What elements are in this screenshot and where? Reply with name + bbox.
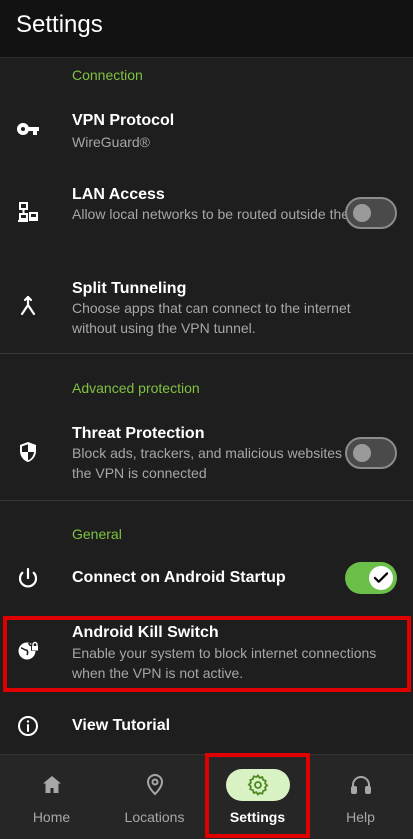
shield-icon [14, 438, 42, 466]
toggle-knob [353, 444, 371, 462]
settings-tab-highlight-box [205, 753, 310, 838]
app-bar: Settings [0, 0, 413, 58]
threat-protection-toggle[interactable] [345, 437, 397, 469]
kill-switch-highlight-box [3, 616, 411, 692]
connect-on-startup-label: Connect on Android Startup [72, 569, 286, 586]
key-icon [14, 115, 42, 143]
nav-locations[interactable]: Locations [103, 755, 206, 839]
section-header-advanced-protection: Advanced protection [72, 380, 200, 396]
view-tutorial-row[interactable]: View Tutorial [0, 708, 413, 744]
toggle-knob [369, 566, 393, 590]
home-icon [20, 769, 84, 801]
nav-help[interactable]: Help [309, 755, 412, 839]
split-tunneling-row[interactable]: Split Tunneling Choose apps that can con… [0, 270, 413, 346]
location-pin-icon [123, 769, 187, 801]
connect-on-startup-toggle[interactable] [345, 562, 397, 594]
section-divider [0, 353, 413, 354]
info-icon [14, 712, 42, 740]
connect-on-startup-row[interactable]: Connect on Android Startup [0, 555, 413, 601]
split-tunneling-label: Split Tunneling [72, 280, 187, 297]
section-header-general: General [72, 526, 122, 542]
page-title: Settings [16, 11, 103, 38]
check-icon [373, 572, 389, 583]
threat-protection-label: Threat Protection [72, 425, 205, 442]
headset-icon [329, 769, 393, 801]
lan-access-label: LAN Access [72, 186, 165, 203]
split-arrow-icon [14, 292, 42, 320]
lan-access-toggle[interactable] [345, 197, 397, 229]
section-divider [0, 500, 413, 501]
lan-icon [14, 198, 42, 226]
toggle-knob [353, 204, 371, 222]
vpn-protocol-value: WireGuard® [72, 134, 150, 150]
threat-protection-row[interactable]: Threat Protection Block ads, trackers, a… [0, 415, 413, 491]
power-icon [14, 564, 42, 592]
vpn-protocol-label: VPN Protocol [72, 112, 175, 129]
split-tunneling-description: Choose apps that can connect to the inte… [72, 300, 351, 336]
view-tutorial-label: View Tutorial [72, 717, 171, 734]
section-header-connection: Connection [72, 67, 143, 83]
nav-home-label: Home [32, 809, 71, 825]
vpn-protocol-row[interactable]: VPN Protocol WireGuard® [0, 100, 413, 160]
lan-access-row[interactable]: LAN Access Allow local networks to be ro… [0, 176, 413, 252]
nav-locations-label: Locations [124, 809, 185, 825]
nav-home[interactable]: Home [0, 755, 103, 839]
nav-help-label: Help [346, 809, 375, 825]
